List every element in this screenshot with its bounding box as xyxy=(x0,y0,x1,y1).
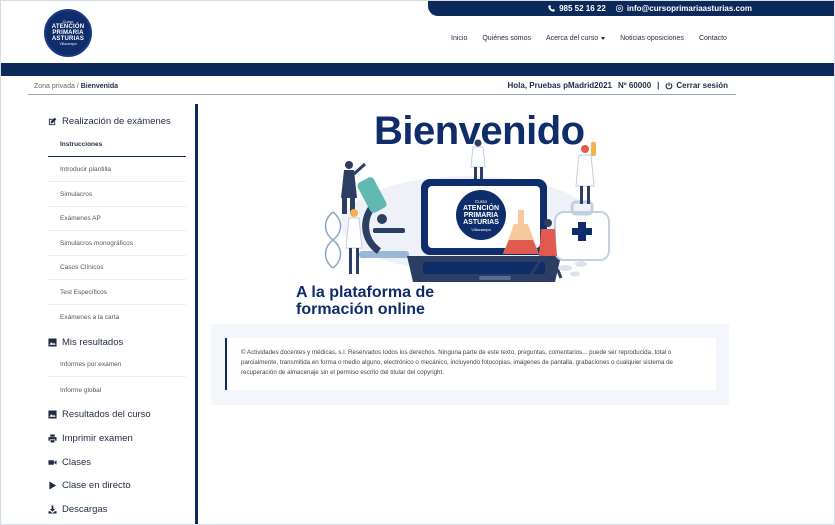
instagram-icon xyxy=(616,5,623,12)
image-icon xyxy=(48,338,57,347)
sidebar-section-exams-label: Realización de exámenes xyxy=(62,116,171,127)
sidebar-section-exams[interactable]: Realización de exámenes xyxy=(48,116,171,127)
play-icon xyxy=(49,481,57,490)
sidebar-downloads-label: Descargas xyxy=(62,504,108,515)
sidebar-classes[interactable]: Clases xyxy=(48,457,91,468)
sidebar-classes-label: Clases xyxy=(62,457,92,468)
nav-noticias[interactable]: Noticias oposiciones xyxy=(620,33,684,43)
edit-icon xyxy=(48,117,57,126)
caret-down-icon xyxy=(601,36,606,40)
image-icon xyxy=(48,410,57,419)
divider xyxy=(28,94,736,95)
welcome-subtitle: A la plataforma de formación online xyxy=(296,284,434,318)
sidebar-live-class-label: Clase en directo xyxy=(62,480,131,491)
user-greeting: Hola, Pruebas pMadrid2021 xyxy=(507,81,612,90)
user-number: Nº 60000 xyxy=(617,81,652,90)
logout-label: Cerrar sesión xyxy=(676,81,728,90)
main-nav: Inicio Quiénes somos Acerca del curso No… xyxy=(451,33,727,43)
sidebar-item-casos-clinicos[interactable]: Casos Clínicos xyxy=(48,256,186,280)
screen-logo-line-3: PRIMARIA xyxy=(464,212,499,219)
screen-logo-line-5: Villacampa xyxy=(471,227,491,232)
site-logo[interactable]: Curso ATENCIÓN PRIMARIA ASTURIAS Villaca… xyxy=(44,9,92,57)
sidebar-item-simulacros-monograficos[interactable]: Simulacros monográficos xyxy=(48,232,186,256)
email-contact[interactable]: info@cursoprimariaasturias.com xyxy=(616,4,752,13)
breadcrumb-current: Bienvenida xyxy=(80,83,119,90)
screen-logo-line-2: ATENCIÓN xyxy=(463,203,499,212)
user-separator: | xyxy=(657,81,660,90)
video-camera-icon xyxy=(48,460,57,465)
page-frame: 985 52 16 22 info@cursoprimariaasturias.… xyxy=(0,0,835,525)
contact-bar: 985 52 16 22 info@cursoprimariaasturias.… xyxy=(428,1,834,16)
header-band xyxy=(1,63,834,76)
nav-contacto[interactable]: Contacto xyxy=(699,33,727,43)
sidebar-course-results[interactable]: Resultados del curso xyxy=(48,409,151,420)
sidebar-section-results[interactable]: Mis resultados xyxy=(48,337,123,348)
sidebar-item-examenes-a-la-carta[interactable]: Exámenes a la carta xyxy=(48,305,186,329)
sidebar-item-informes-por-examen[interactable]: Informes por examen xyxy=(48,353,186,377)
sidebar-print-exam-label: Imprimir examen xyxy=(62,433,133,444)
sidebar-item-test-especificos[interactable]: Test Específicos xyxy=(48,281,186,305)
phone-icon xyxy=(548,5,555,12)
sidebar-item-informe-global[interactable]: Informe global xyxy=(48,378,186,402)
email-address: info@cursoprimariaasturias.com xyxy=(626,4,752,13)
breadcrumb-parent[interactable]: Zona privada xyxy=(34,83,75,90)
printer-icon xyxy=(48,434,57,443)
sidebar-downloads[interactable]: Descargas xyxy=(48,504,107,515)
nav-quienes-somos[interactable]: Quiénes somos xyxy=(482,33,531,43)
doctor-figure-right xyxy=(575,142,596,204)
power-icon xyxy=(665,81,673,89)
logout-button[interactable]: Cerrar sesión xyxy=(665,81,728,90)
sidebar-item-examenes-ap[interactable]: Exámenes AP xyxy=(48,207,186,231)
logo-line-5: Villacampa xyxy=(59,42,77,46)
copyright-notice: © Actividades docentes y médicas, s.l. R… xyxy=(225,338,716,390)
sidebar-print-exam[interactable]: Imprimir examen xyxy=(48,433,133,444)
phone-contact[interactable]: 985 52 16 22 xyxy=(548,4,606,13)
sidebar-course-results-label: Resultados del curso xyxy=(62,409,151,420)
pills-icon xyxy=(558,261,587,277)
breadcrumb: Zona privada / Bienvenida xyxy=(34,83,118,90)
doctor-figure-top xyxy=(470,139,486,179)
screen-logo-line-1: Curso xyxy=(475,199,488,204)
welcome-subtitle-line-1: A la plataforma de xyxy=(296,284,435,301)
sidebar-live-class[interactable]: Clase en directo xyxy=(48,480,131,491)
nav-acerca-label: Acerca del curso xyxy=(545,34,599,42)
sidebar-item-introducir-plantilla[interactable]: Introducir plantilla xyxy=(48,158,186,182)
sidebar: Realización de exámenes Instrucciones In… xyxy=(34,104,198,524)
sidebar-item-instrucciones[interactable]: Instrucciones xyxy=(48,133,186,157)
user-info: Hola, Pruebas pMadrid2021 Nº 60000 | Cer… xyxy=(508,81,729,90)
nav-acerca-del-curso[interactable]: Acerca del curso xyxy=(545,33,606,43)
welcome-illustration: Curso ATENCIÓN PRIMARIA ASTURIAS Villaca… xyxy=(324,139,610,282)
welcome-subtitle-line-2: formación online xyxy=(296,301,425,318)
screen-logo-line-4: ASTURIAS xyxy=(463,219,499,226)
sidebar-section-results-label: Mis resultados xyxy=(62,337,124,348)
dna-icon xyxy=(324,211,342,269)
nav-inicio[interactable]: Inicio xyxy=(451,33,467,43)
sidebar-item-simulacros[interactable]: Simulacros xyxy=(48,183,186,207)
phone-number: 985 52 16 22 xyxy=(559,4,606,13)
screen-logo: Curso ATENCIÓN PRIMARIA ASTURIAS Villaca… xyxy=(456,190,506,240)
download-icon xyxy=(48,505,57,514)
copyright-section: © Actividades docentes y médicas, s.l. R… xyxy=(211,324,729,405)
